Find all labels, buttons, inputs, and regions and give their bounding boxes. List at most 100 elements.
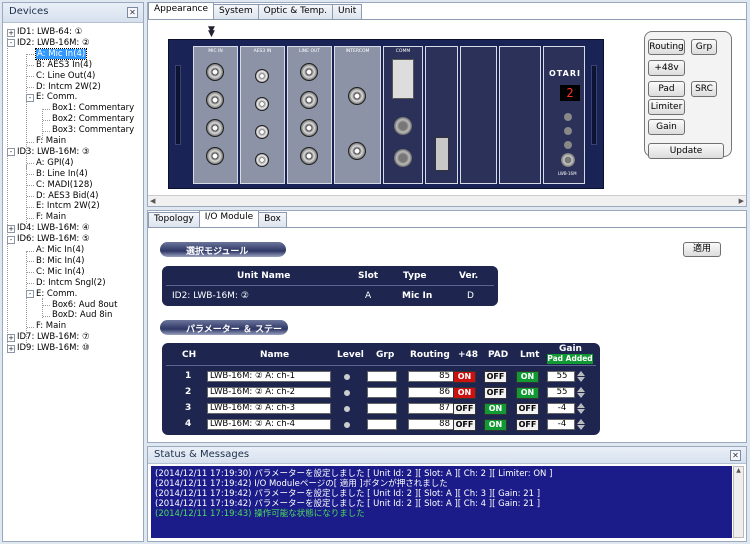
gain-stepper-icon[interactable] [576,419,586,431]
grp-input[interactable] [367,387,397,398]
phantom-48v-toggle[interactable]: ON [453,387,476,399]
grp-input[interactable] [367,403,397,414]
phantom-48v-toggle[interactable]: OFF [453,403,476,415]
limiter-toggle[interactable]: ON [516,387,539,399]
module-card[interactable]: COMM [383,46,423,184]
scroll-right-icon[interactable]: ▶ [739,197,744,205]
module-card[interactable] [460,46,497,184]
close-icon[interactable]: ✕ [127,7,138,18]
main-card[interactable]: OTARI 2 LWB-16M [543,46,585,184]
collapse-icon[interactable]: - [7,39,15,48]
gain-input[interactable]: -4 [547,403,575,414]
limiter-toggle[interactable]: OFF [516,403,539,415]
routing-input[interactable]: 86 [408,387,454,398]
module-card[interactable]: LINE OUT [287,46,332,184]
tree-node[interactable]: ID3: LWB-16M: ③ [17,147,90,158]
tree-node[interactable]: ID7: LWB-16M: ⑦ [17,332,90,343]
gain-input[interactable]: 55 [547,371,575,382]
gain-stepper-icon[interactable] [576,387,586,399]
module-card[interactable] [425,46,458,184]
tree-node[interactable]: F: Main [36,136,66,147]
tree-node[interactable]: D: AES3 Bid(4) [36,191,98,202]
pad-button[interactable]: Pad [648,81,685,97]
gain-button[interactable]: Gain [648,119,685,135]
phantom-48v-toggle[interactable]: OFF [453,419,476,431]
tree-node[interactable]: E: Comm. [36,92,77,103]
tree-node[interactable]: B: Line In(4) [36,169,88,180]
expand-icon[interactable]: + [7,28,15,37]
tree-node[interactable]: A: Mic In(4) [34,47,88,60]
scroll-up-icon[interactable]: ▲ [734,467,743,474]
routing-button[interactable]: Routing [648,39,685,55]
tab-optic-temp-[interactable]: Optic & Temp. [257,4,333,19]
tree-node[interactable]: D: Intcm Sngl(2) [36,278,106,289]
collapse-icon[interactable]: - [7,148,15,157]
log-scrollbar[interactable]: ▲ [733,466,744,538]
collapse-icon[interactable]: - [26,290,34,299]
phantom-48v-button[interactable]: +48v [648,60,685,76]
message-log[interactable]: (2014/12/11 17:19:30) パラメーターを設定しました [ Un… [151,466,732,538]
tab-i-o-module[interactable]: I/O Module [198,210,260,227]
tree-node[interactable]: F: Main [36,321,66,332]
tree-node[interactable]: A: Mic In(4) [36,245,84,256]
module-card[interactable]: MIC IN [193,46,238,184]
apply-button[interactable]: 適用 [683,242,721,257]
close-icon[interactable]: ✕ [730,450,741,461]
tree-node[interactable]: ID6: LWB-16M: ⑤ [17,234,90,245]
grp-input[interactable] [367,371,397,382]
routing-input[interactable]: 88 [408,419,454,430]
expand-icon[interactable]: + [7,344,15,353]
tree-node[interactable]: ID4: LWB-16M: ④ [17,223,90,234]
collapse-icon[interactable]: - [26,93,34,102]
gain-input[interactable]: 55 [547,387,575,398]
tree-node[interactable]: Box2: Commentary [52,114,134,125]
grp-input[interactable] [367,419,397,430]
tree-node[interactable]: B: AES3 In(4) [36,60,92,71]
tree-node[interactable]: Box3: Commentary [52,125,134,136]
module-card[interactable]: AES3 IN [240,46,285,184]
channel-name-input[interactable]: LWB-16M: ② A: ch-2 [207,387,331,398]
gain-stepper-icon[interactable] [576,371,586,383]
module-card[interactable] [499,46,541,184]
tab-topology[interactable]: Topology [148,212,200,227]
tab-box[interactable]: Box [258,212,287,227]
gain-stepper-icon[interactable] [576,403,586,415]
tree-node[interactable]: Box1: Commentary [52,103,134,114]
pad-toggle[interactable]: OFF [484,371,507,383]
tree-node[interactable]: BoxD: Aud 8in [52,310,112,321]
channel-name-input[interactable]: LWB-16M: ② A: ch-3 [207,403,331,414]
channel-name-input[interactable]: LWB-16M: ② A: ch-1 [207,371,331,382]
module-card[interactable]: INTERCOM [334,46,381,184]
tab-system[interactable]: System [213,4,259,19]
scroll-left-icon[interactable]: ◀ [150,197,155,205]
tree-node[interactable]: A: GPI(4) [36,158,74,169]
limiter-toggle[interactable]: ON [516,371,539,383]
tree-node[interactable]: ID1: LWB-64: ① [17,27,82,38]
tree-node[interactable]: E: Intcm 2W(2) [36,201,100,212]
tab-appearance[interactable]: Appearance [148,2,215,19]
expand-icon[interactable]: + [7,333,15,342]
pad-toggle[interactable]: ON [484,403,507,415]
src-button[interactable]: SRC [691,81,717,97]
tree-node[interactable]: Box6: Aud 8out [52,300,117,311]
tree-node[interactable]: C: MADI(128) [36,180,93,191]
pad-toggle[interactable]: OFF [484,387,507,399]
tree-node[interactable]: ID2: LWB-16M: ② [17,38,90,49]
limiter-button[interactable]: Limiter [648,99,685,115]
tree-node[interactable]: D: Intcm 2W(2) [36,82,101,93]
pad-toggle[interactable]: ON [484,419,507,431]
routing-input[interactable]: 85 [408,371,454,382]
tree-node[interactable]: B: Mic In(4) [36,256,84,267]
tree-node[interactable]: C: Line Out(4) [36,71,95,82]
gain-input[interactable]: -4 [547,419,575,430]
device-tree[interactable]: + ID1: LWB-64: ① - ID2: LWB-16M: ② A: Mic In… [3,24,143,541]
channel-name-input[interactable]: LWB-16M: ② A: ch-4 [207,419,331,430]
phantom-48v-toggle[interactable]: ON [453,371,476,383]
tree-node[interactable]: F: Main [36,212,66,223]
tab-unit[interactable]: Unit [331,4,363,19]
grp-button[interactable]: Grp [691,39,717,55]
routing-input[interactable]: 87 [408,403,454,414]
expand-icon[interactable]: + [7,224,15,233]
limiter-toggle[interactable]: OFF [516,419,539,431]
tree-node[interactable]: ID9: LWB-16M: ⑩ [17,343,90,354]
